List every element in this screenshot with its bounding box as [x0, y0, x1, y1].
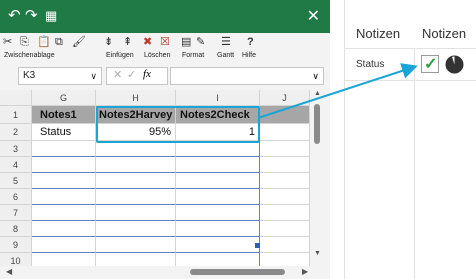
callout-arrow — [257, 63, 418, 119]
